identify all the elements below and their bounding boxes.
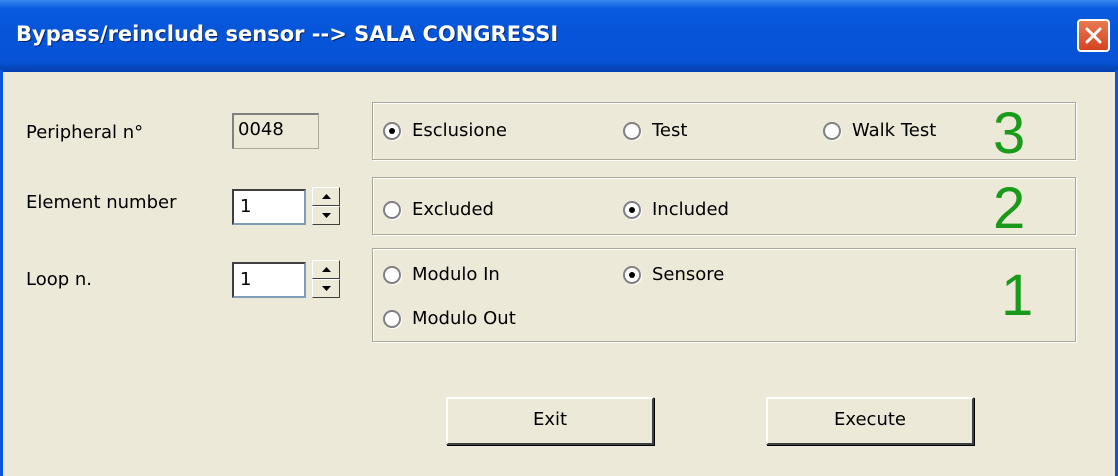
radio-label: Excluded [412,199,494,220]
arrow-up-icon [322,267,331,272]
arrow-down-icon [322,286,331,291]
element-spin-down-button[interactable] [312,206,340,225]
radio-button-icon [383,122,401,140]
loop-spin-down-button[interactable] [312,279,340,298]
radio-button-icon [383,310,401,328]
loop-spin-up-button[interactable] [312,260,340,279]
close-x-icon [1085,27,1102,44]
radio-label: Walk Test [852,120,937,141]
window-border-left [0,70,3,476]
radio-label: Modulo Out [412,308,516,329]
element-number-spinner [312,187,340,225]
radio-button-icon [383,201,401,219]
window-title: Bypass/reinclude sensor --> SALA CONGRES… [16,22,559,46]
loop-label: Loop n. [26,269,93,290]
dialog-window: Bypass/reinclude sensor --> SALA CONGRES… [0,0,1118,476]
exit-button[interactable]: Exit [446,397,654,445]
radio-button-icon [823,122,841,140]
element-spin-up-button[interactable] [312,187,340,206]
state-group: Excluded Included 2 [372,176,1076,241]
loop-input[interactable]: 1 [232,262,306,298]
arrow-up-icon [322,194,331,199]
radio-button-icon [623,122,641,140]
radio-selected-dot [389,128,395,134]
arrow-down-icon [322,213,331,218]
group-number: 1 [1001,263,1034,328]
radio-label: Included [652,199,729,220]
element-number-label: Element number [26,192,177,213]
radio-label: Test [652,120,688,141]
peripheral-label: Peripheral n° [26,122,144,143]
close-button[interactable] [1077,19,1110,52]
mode-group: Esclusione Test Walk Test 3 [372,101,1076,166]
radio-button-icon [623,266,641,284]
radio-label: Esclusione [412,120,507,141]
radio-label: Sensore [652,264,725,285]
radio-selected-dot [629,207,635,213]
radio-selected-dot [629,272,635,278]
device-group: Modulo In Sensore Modulo Out 1 [372,248,1076,342]
execute-button[interactable]: Execute [766,397,974,445]
peripheral-field: 0048 [232,113,319,149]
loop-spinner [312,260,340,298]
radio-label: Modulo In [412,264,500,285]
title-bar[interactable]: Bypass/reinclude sensor --> SALA CONGRES… [0,0,1118,72]
element-number-input[interactable]: 1 [232,189,306,225]
radio-button-icon [383,266,401,284]
group-number: 3 [993,101,1026,166]
radio-button-icon [623,201,641,219]
group-number: 2 [993,176,1026,241]
